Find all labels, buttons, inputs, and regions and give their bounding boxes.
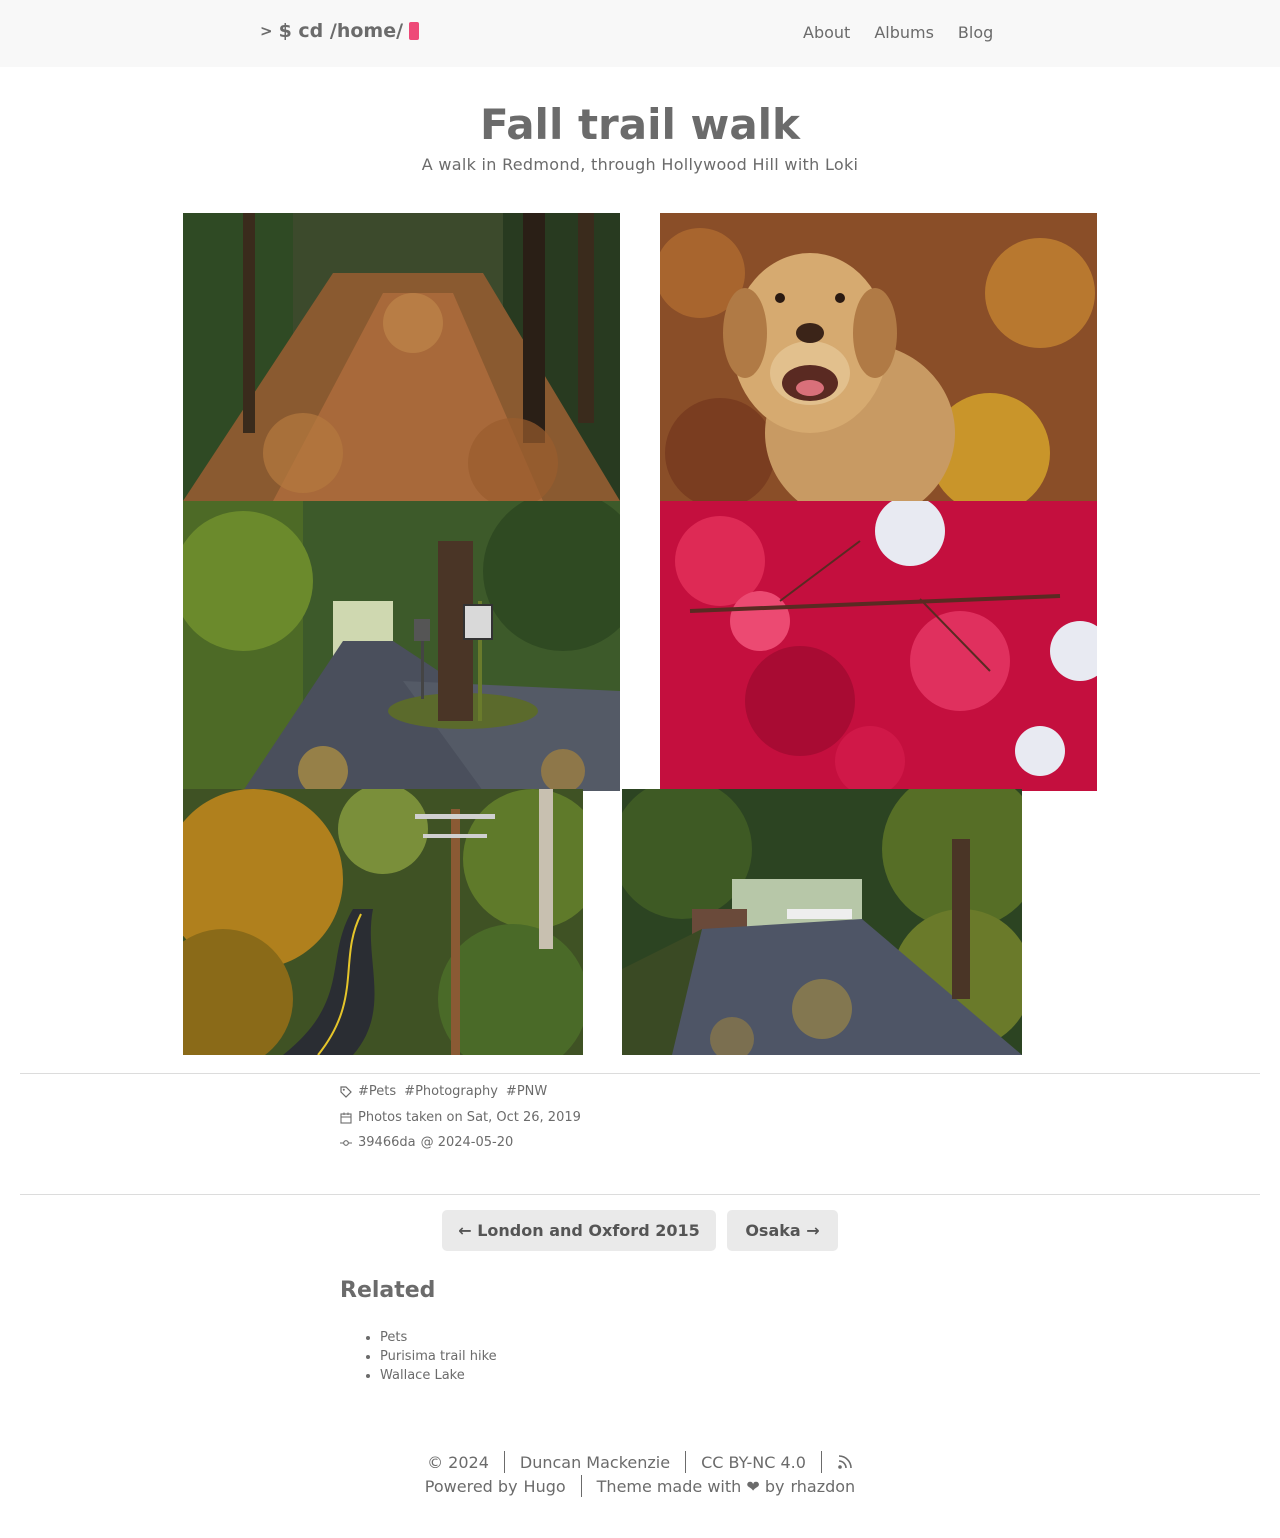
hugo-link[interactable]: Hugo (524, 1477, 566, 1496)
related-heading: Related (340, 1278, 436, 1303)
rss-icon[interactable] (837, 1454, 853, 1470)
page-title: Fall trail walk (479, 100, 800, 149)
commit-row: 39466da @ 2024-05-20 (340, 1135, 513, 1150)
site-footer: © 2024 Duncan Mackenzie CC BY-NC 4.0 Pow… (0, 1450, 1280, 1498)
author-link[interactable]: Duncan Mackenzie (520, 1453, 670, 1472)
next-post-button[interactable]: Osaka → (727, 1210, 838, 1251)
main-nav: About Albums Blog (803, 23, 993, 42)
footer-separator (503, 1451, 505, 1473)
list-item: Pets (380, 1330, 497, 1349)
related-link-pets[interactable]: Pets (380, 1330, 407, 1345)
cursor-block-icon (409, 22, 420, 40)
footer-row-2: Powered by Hugo Theme made with ❤ by rha… (0, 1474, 1280, 1498)
related-link-purisima[interactable]: Purisima trail hike (380, 1349, 497, 1364)
commit-date: @ 2024-05-20 (420, 1135, 514, 1150)
tag-pets[interactable]: #Pets (358, 1084, 396, 1099)
photo-date: Photos taken on Sat, Oct 26, 2019 (358, 1110, 581, 1125)
powered-by-text: Powered by (424, 1476, 518, 1496)
footer-separator (580, 1475, 582, 1497)
logo-prompt: > (260, 22, 273, 40)
theme-link[interactable]: Theme (597, 1477, 652, 1496)
calendar-icon (340, 1112, 352, 1124)
divider (20, 1073, 1260, 1074)
nav-about[interactable]: About (803, 23, 850, 42)
page-subtitle: A walk in Redmond, through Hollywood Hil… (421, 155, 859, 174)
copyright: © 2024 (427, 1452, 489, 1472)
photo-leafy-lane[interactable] (622, 789, 1022, 1055)
tag-pnw[interactable]: #PNW (506, 1084, 547, 1099)
divider (20, 1194, 1260, 1195)
photo-winding-road-pole[interactable] (183, 789, 583, 1055)
prev-post-button[interactable]: ← London and Oxford 2015 (442, 1210, 716, 1251)
list-item: Purisima trail hike (380, 1349, 497, 1368)
git-commit-icon (340, 1139, 352, 1146)
photo-red-maple-leaves[interactable] (660, 501, 1097, 791)
date-row: Photos taken on Sat, Oct 26, 2019 (340, 1110, 581, 1125)
tag-photography[interactable]: #Photography (404, 1084, 498, 1099)
list-item: Wallace Lake (380, 1368, 497, 1387)
footer-separator (820, 1451, 822, 1473)
photo-road-tree-sign[interactable] (183, 501, 620, 791)
photo-forest-trail-leaves[interactable] (183, 213, 620, 501)
license-link[interactable]: CC BY-NC 4.0 (701, 1453, 806, 1472)
made-with-text: made with ❤ by (656, 1476, 785, 1496)
commit-link[interactable]: 39466da (358, 1135, 416, 1150)
photo-dog-loki[interactable] (660, 213, 1097, 501)
tags-row: #Pets #Photography #PNW (340, 1084, 555, 1099)
footer-row-1: © 2024 Duncan Mackenzie CC BY-NC 4.0 (0, 1450, 1280, 1474)
related-list: Pets Purisima trail hike Wallace Lake (380, 1330, 497, 1387)
nav-albums[interactable]: Albums (874, 23, 934, 42)
related-link-wallace-lake[interactable]: Wallace Lake (380, 1368, 465, 1383)
footer-separator (685, 1451, 687, 1473)
logo-text: $ cd /home/ (278, 20, 404, 42)
nav-blog[interactable]: Blog (958, 23, 993, 42)
tag-icon (340, 1085, 352, 1098)
site-logo[interactable]: > $ cd /home/ (260, 20, 420, 42)
theme-author-link[interactable]: rhazdon (790, 1477, 855, 1496)
site-header: > $ cd /home/ About Albums Blog (0, 0, 1280, 67)
